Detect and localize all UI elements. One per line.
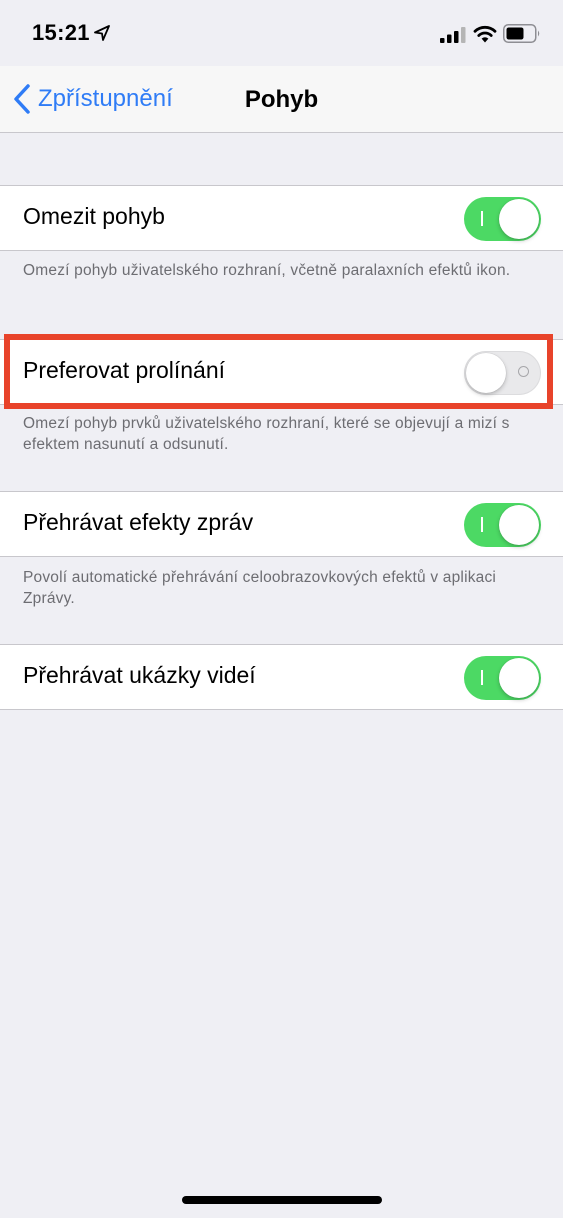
setting-row-video-previews: Přehrávat ukázky videí <box>0 644 563 710</box>
setting-row-reduce-motion: Omezit pohyb <box>0 185 563 251</box>
toggle-knob <box>499 658 539 698</box>
toggle-on-mark-icon <box>481 517 483 532</box>
home-indicator[interactable] <box>182 1196 382 1204</box>
setting-footer: Omezí pohyb prvků uživatelského rozhraní… <box>23 415 510 453</box>
setting-label: Omezit pohyb <box>23 203 165 229</box>
page-title: Pohyb <box>244 86 319 113</box>
status-time: 15:21 <box>32 20 90 45</box>
toggle-knob <box>499 199 539 239</box>
message-effects-toggle[interactable] <box>464 503 541 547</box>
setting-footer: Omezí pohyb uživatelského rozhraní, včet… <box>23 262 511 279</box>
navigation-bar: Zpřístupnění Pohyb <box>0 66 563 133</box>
cellular-signal-icon <box>440 27 466 43</box>
toggle-on-mark-icon <box>481 211 483 226</box>
setting-label: Přehrávat ukázky videí <box>23 662 256 688</box>
setting-footer: Povolí automatické přehrávání celoobrazo… <box>23 569 497 607</box>
toggle-knob <box>499 505 539 545</box>
setting-row-message-effects: Přehrávat efekty zpráv <box>0 491 563 557</box>
highlight-box <box>4 334 553 409</box>
reduce-motion-toggle[interactable] <box>464 197 541 241</box>
wifi-icon <box>473 25 497 43</box>
toggle-on-mark-icon <box>481 670 483 685</box>
video-previews-toggle[interactable] <box>464 656 541 700</box>
battery-icon <box>503 24 540 43</box>
status-bar: 15:21 <box>0 0 563 66</box>
location-arrow-icon <box>94 25 110 41</box>
setting-label: Přehrávat efekty zpráv <box>23 509 254 535</box>
